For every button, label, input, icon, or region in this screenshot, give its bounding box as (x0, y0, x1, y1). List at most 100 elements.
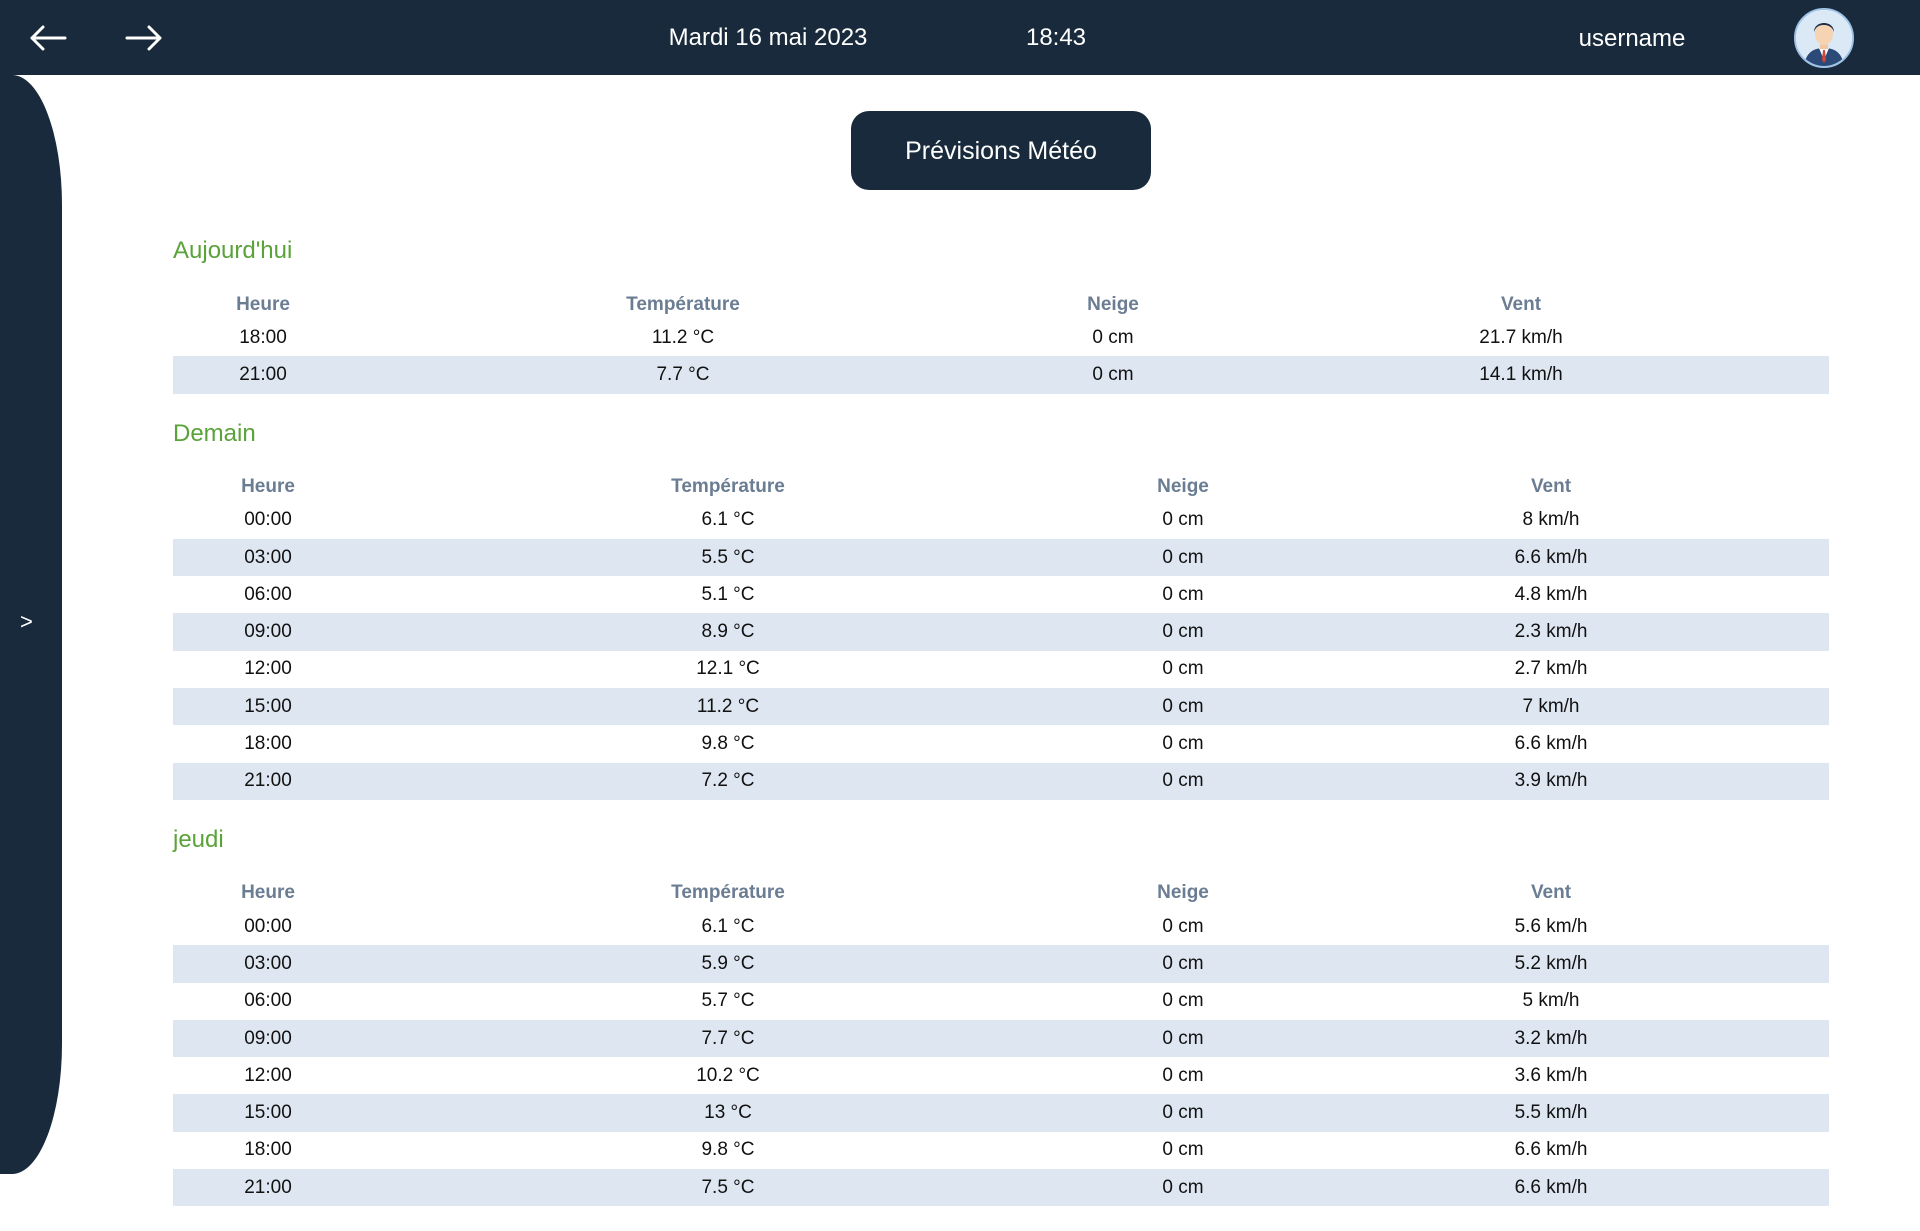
column-header-temperature: Température (671, 882, 785, 904)
sidebar-panel[interactable]: > (0, 75, 62, 1174)
column-header-vent: Vent (1530, 882, 1572, 904)
table-row: 03:00 5.5 °C 0 cm 6.6 km/h (173, 538, 1829, 577)
temperature-cell: 7.7 °C (363, 1019, 1093, 1058)
wind-cell: 5.6 km/h (1514, 915, 1588, 937)
day-section-today: Aujourd'hui Heure Température Neige Vent… (173, 236, 1829, 394)
temperature-cell: 12.1 °C (696, 658, 760, 680)
snow-cell: 0 cm (1092, 326, 1134, 348)
table-row: 09:00 8.9 °C 0 cm 2.3 km/h (173, 613, 1829, 651)
day-title: Demain (173, 419, 256, 447)
temperature-cell: 5.9 °C (363, 945, 1093, 983)
column-header-temperature: Température (671, 476, 785, 498)
table-row: 18:00 11.2 °C 0 cm 21.7 km/h (173, 319, 1829, 356)
temperature-cell: 9.8 °C (701, 1139, 755, 1161)
snow-cell: 0 cm (1162, 915, 1204, 937)
day-section-thursday: jeudi Heure Température Neige Vent 00:00… (173, 825, 1829, 1207)
column-header-vent: Vent (1500, 293, 1542, 315)
table-row: 18:00 9.8 °C 0 cm 6.6 km/h (173, 725, 1829, 762)
hour-cell: 00:00 (244, 509, 292, 531)
snow-cell: 0 cm (1093, 538, 1273, 577)
wind-cell: 6.6 km/h (1273, 538, 1829, 577)
temperature-cell: 6.1 °C (701, 915, 755, 937)
temperature-cell: 5.1 °C (701, 583, 755, 605)
column-header-temperature: Température (626, 293, 740, 315)
wind-cell: 2.3 km/h (1273, 613, 1829, 651)
temperature-cell: 7.5 °C (363, 1169, 1093, 1207)
forecast-table: Heure Température Neige Vent 00:00 6.1 °… (173, 473, 1829, 800)
wind-cell: 5.5 km/h (1273, 1094, 1829, 1132)
top-bar: Mardi 16 mai 2023 18:43 username (0, 0, 1920, 75)
username-label[interactable]: username (1532, 0, 1732, 75)
table-row: 06:00 5.7 °C 0 cm 5 km/h (173, 983, 1829, 1020)
wind-cell: 5.2 km/h (1273, 945, 1829, 983)
table-row: 00:00 6.1 °C 0 cm 5.6 km/h (173, 908, 1829, 945)
hour-cell: 12:00 (244, 1064, 292, 1086)
hour-cell: 09:00 (173, 1019, 363, 1058)
weather-forecast-button[interactable]: Prévisions Météo (851, 111, 1151, 190)
hour-cell: 21:00 (173, 356, 353, 394)
wind-cell: 14.1 km/h (1213, 356, 1829, 394)
snow-cell: 0 cm (1093, 688, 1273, 726)
table-row: 21:00 7.5 °C 0 cm 6.6 km/h (173, 1169, 1829, 1207)
column-header-neige: Neige (1157, 882, 1209, 904)
hour-cell: 18:00 (239, 326, 287, 348)
table-row: 06:00 5.1 °C 0 cm 4.8 km/h (173, 576, 1829, 613)
hour-cell: 15:00 (173, 1094, 363, 1132)
temperature-cell: 8.9 °C (363, 613, 1093, 651)
snow-cell: 0 cm (1162, 583, 1204, 605)
table-row: 09:00 7.7 °C 0 cm 3.2 km/h (173, 1019, 1829, 1058)
wind-cell: 3.6 km/h (1514, 1064, 1588, 1086)
hour-cell: 12:00 (244, 658, 292, 680)
arrow-right-icon (125, 25, 162, 51)
forecast-table: Heure Température Neige Vent 18:00 11.2 … (173, 290, 1829, 394)
temperature-cell: 5.7 °C (701, 990, 755, 1012)
wind-cell: 21.7 km/h (1479, 326, 1563, 348)
temperature-cell: 5.5 °C (363, 538, 1093, 577)
snow-cell: 0 cm (1093, 945, 1273, 983)
temperature-cell: 11.2 °C (363, 688, 1093, 726)
column-header-vent: Vent (1530, 476, 1572, 498)
column-header-heure: Heure (241, 476, 295, 498)
temperature-cell: 7.2 °C (363, 762, 1093, 800)
user-avatar[interactable] (1794, 8, 1854, 68)
hour-cell: 21:00 (173, 1169, 363, 1207)
hour-cell: 09:00 (173, 613, 363, 651)
wind-cell: 8 km/h (1522, 509, 1580, 531)
forecast-content: Aujourd'hui Heure Température Neige Vent… (173, 236, 1829, 1231)
hour-cell: 06:00 (244, 990, 292, 1012)
column-header-heure: Heure (241, 882, 295, 904)
sidebar-toggle[interactable]: > (20, 611, 33, 633)
snow-cell: 0 cm (1093, 613, 1273, 651)
snow-cell: 0 cm (1093, 1169, 1273, 1207)
snow-cell: 0 cm (1162, 658, 1204, 680)
hour-cell: 18:00 (244, 733, 292, 755)
column-header-neige: Neige (1157, 476, 1209, 498)
column-header-neige: Neige (1087, 293, 1139, 315)
wind-cell: 2.7 km/h (1514, 658, 1588, 680)
snow-cell: 0 cm (1013, 356, 1213, 394)
wind-cell: 6.6 km/h (1514, 1139, 1588, 1161)
temperature-cell: 13 °C (363, 1094, 1093, 1132)
hour-cell: 21:00 (173, 762, 363, 800)
wind-cell: 3.9 km/h (1273, 762, 1829, 800)
wind-cell: 5 km/h (1522, 990, 1580, 1012)
wind-cell: 7 km/h (1273, 688, 1829, 726)
snow-cell: 0 cm (1093, 762, 1273, 800)
snow-cell: 0 cm (1162, 733, 1204, 755)
day-section-tomorrow: Demain Heure Température Neige Vent 00:0… (173, 419, 1829, 800)
temperature-cell: 6.1 °C (701, 509, 755, 531)
wind-cell: 3.2 km/h (1273, 1019, 1829, 1058)
temperature-cell: 9.8 °C (701, 733, 755, 755)
table-row: 18:00 9.8 °C 0 cm 6.6 km/h (173, 1132, 1829, 1169)
forward-button[interactable] (122, 17, 166, 59)
wind-cell: 6.6 km/h (1273, 1169, 1829, 1207)
back-button[interactable] (26, 17, 70, 59)
hour-cell: 06:00 (244, 583, 292, 605)
table-row: 15:00 13 °C 0 cm 5.5 km/h (173, 1094, 1829, 1132)
snow-cell: 0 cm (1093, 1019, 1273, 1058)
snow-cell: 0 cm (1162, 1139, 1204, 1161)
table-row: 00:00 6.1 °C 0 cm 8 km/h (173, 502, 1829, 539)
wind-cell: 6.6 km/h (1514, 733, 1588, 755)
table-header-row: Heure Température Neige Vent (173, 290, 1829, 319)
table-header-row: Heure Température Neige Vent (173, 879, 1829, 908)
